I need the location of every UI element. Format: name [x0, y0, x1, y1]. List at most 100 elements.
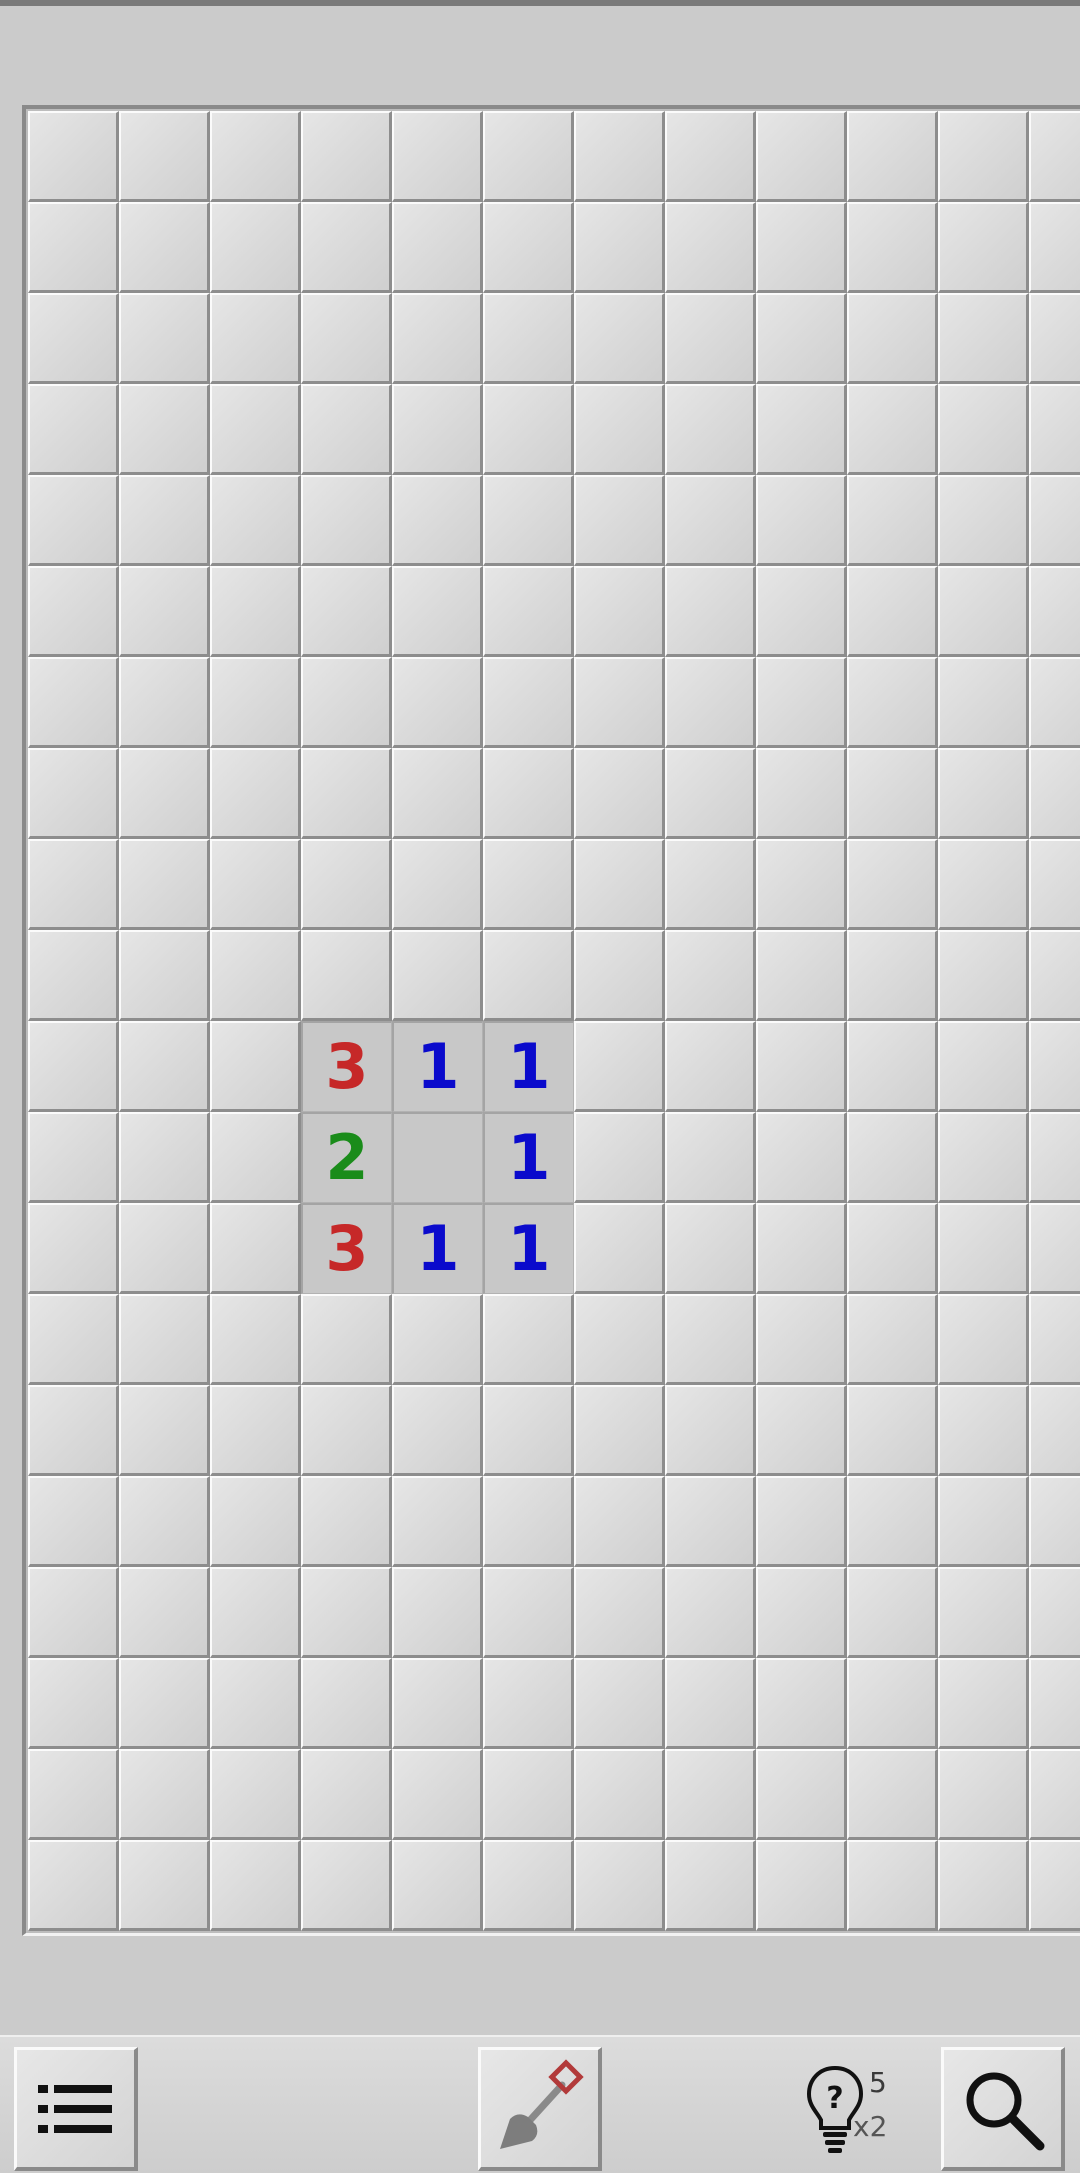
covered-cell[interactable]: [1029, 1840, 1080, 1931]
covered-cell[interactable]: [665, 566, 756, 657]
covered-cell[interactable]: [1029, 930, 1080, 1021]
covered-cell[interactable]: [756, 657, 847, 748]
covered-cell[interactable]: [847, 1658, 938, 1749]
covered-cell[interactable]: [301, 930, 392, 1021]
covered-cell[interactable]: [210, 930, 301, 1021]
covered-cell[interactable]: [756, 475, 847, 566]
game-board[interactable]: 31121311: [22, 105, 1080, 1936]
covered-cell[interactable]: [210, 1294, 301, 1385]
covered-cell[interactable]: [1029, 1021, 1080, 1112]
covered-cell[interactable]: [301, 475, 392, 566]
covered-cell[interactable]: [756, 748, 847, 839]
covered-cell[interactable]: [665, 1749, 756, 1840]
covered-cell[interactable]: [938, 839, 1029, 930]
covered-cell[interactable]: [665, 657, 756, 748]
covered-cell[interactable]: [756, 1112, 847, 1203]
covered-cell[interactable]: [756, 1385, 847, 1476]
covered-cell[interactable]: [483, 1476, 574, 1567]
covered-cell[interactable]: [210, 111, 301, 202]
covered-cell[interactable]: [210, 657, 301, 748]
opened-cell[interactable]: 1: [483, 1021, 574, 1112]
covered-cell[interactable]: [28, 293, 119, 384]
covered-cell[interactable]: [665, 1658, 756, 1749]
covered-cell[interactable]: [210, 1567, 301, 1658]
covered-cell[interactable]: [301, 748, 392, 839]
covered-cell[interactable]: [301, 1567, 392, 1658]
covered-cell[interactable]: [483, 384, 574, 475]
covered-cell[interactable]: [119, 475, 210, 566]
covered-cell[interactable]: [301, 1749, 392, 1840]
covered-cell[interactable]: [301, 1385, 392, 1476]
covered-cell[interactable]: [392, 1476, 483, 1567]
covered-cell[interactable]: [574, 1567, 665, 1658]
covered-cell[interactable]: [1029, 657, 1080, 748]
covered-cell[interactable]: [938, 384, 1029, 475]
covered-cell[interactable]: [1029, 1112, 1080, 1203]
covered-cell[interactable]: [392, 384, 483, 475]
covered-cell[interactable]: [665, 839, 756, 930]
covered-cell[interactable]: [756, 1658, 847, 1749]
opened-cell[interactable]: 2: [301, 1112, 392, 1203]
covered-cell[interactable]: [392, 566, 483, 657]
covered-cell[interactable]: [574, 475, 665, 566]
covered-cell[interactable]: [756, 1203, 847, 1294]
opened-cell[interactable]: [392, 1112, 483, 1203]
covered-cell[interactable]: [847, 384, 938, 475]
covered-cell[interactable]: [483, 475, 574, 566]
covered-cell[interactable]: [756, 1840, 847, 1931]
covered-cell[interactable]: [756, 1294, 847, 1385]
covered-cell[interactable]: [574, 1840, 665, 1931]
covered-cell[interactable]: [483, 839, 574, 930]
covered-cell[interactable]: [756, 202, 847, 293]
covered-cell[interactable]: [574, 1658, 665, 1749]
covered-cell[interactable]: [119, 566, 210, 657]
covered-cell[interactable]: [392, 1385, 483, 1476]
covered-cell[interactable]: [756, 1476, 847, 1567]
covered-cell[interactable]: [28, 1203, 119, 1294]
covered-cell[interactable]: [392, 111, 483, 202]
covered-cell[interactable]: [756, 1021, 847, 1112]
covered-cell[interactable]: [392, 1567, 483, 1658]
covered-cell[interactable]: [119, 1021, 210, 1112]
covered-cell[interactable]: [665, 1112, 756, 1203]
covered-cell[interactable]: [392, 1294, 483, 1385]
covered-cell[interactable]: [119, 1203, 210, 1294]
covered-cell[interactable]: [28, 1749, 119, 1840]
covered-cell[interactable]: [483, 202, 574, 293]
covered-cell[interactable]: [938, 202, 1029, 293]
covered-cell[interactable]: [483, 1658, 574, 1749]
opened-cell[interactable]: 1: [483, 1112, 574, 1203]
covered-cell[interactable]: [665, 930, 756, 1021]
hint-button[interactable]: ? 5 x2: [803, 2060, 893, 2160]
covered-cell[interactable]: [665, 293, 756, 384]
covered-cell[interactable]: [938, 1112, 1029, 1203]
covered-cell[interactable]: [1029, 839, 1080, 930]
covered-cell[interactable]: [483, 748, 574, 839]
covered-cell[interactable]: [210, 293, 301, 384]
covered-cell[interactable]: [301, 293, 392, 384]
covered-cell[interactable]: [210, 1476, 301, 1567]
covered-cell[interactable]: [392, 1749, 483, 1840]
covered-cell[interactable]: [301, 1294, 392, 1385]
covered-cell[interactable]: [28, 1112, 119, 1203]
covered-cell[interactable]: [119, 1476, 210, 1567]
covered-cell[interactable]: [938, 1021, 1029, 1112]
covered-cell[interactable]: [28, 657, 119, 748]
covered-cell[interactable]: [574, 1203, 665, 1294]
covered-cell[interactable]: [392, 293, 483, 384]
covered-cell[interactable]: [392, 930, 483, 1021]
covered-cell[interactable]: [483, 1385, 574, 1476]
covered-cell[interactable]: [938, 1294, 1029, 1385]
covered-cell[interactable]: [1029, 1567, 1080, 1658]
covered-cell[interactable]: [938, 1567, 1029, 1658]
covered-cell[interactable]: [28, 111, 119, 202]
covered-cell[interactable]: [938, 1385, 1029, 1476]
covered-cell[interactable]: [574, 1294, 665, 1385]
covered-cell[interactable]: [210, 839, 301, 930]
covered-cell[interactable]: [1029, 1294, 1080, 1385]
covered-cell[interactable]: [28, 1840, 119, 1931]
covered-cell[interactable]: [483, 293, 574, 384]
covered-cell[interactable]: [392, 839, 483, 930]
covered-cell[interactable]: [119, 1567, 210, 1658]
covered-cell[interactable]: [119, 1658, 210, 1749]
